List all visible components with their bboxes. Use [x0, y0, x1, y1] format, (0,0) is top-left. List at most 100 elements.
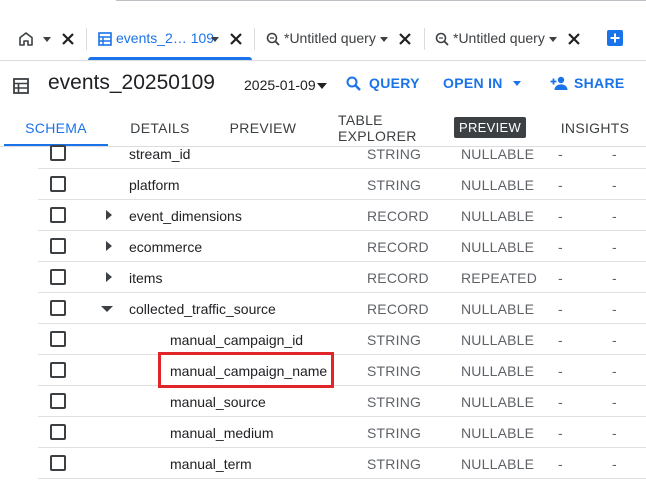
- field-key: -: [558, 425, 563, 441]
- field-collation: -: [612, 332, 617, 348]
- row-checkbox[interactable]: [50, 424, 66, 440]
- field-collation: -: [612, 177, 617, 193]
- row-checkbox[interactable]: [50, 269, 66, 285]
- close-icon[interactable]: [567, 32, 581, 46]
- editor-tab-strip: events_2… 109 *Untitled query *Untitled: [0, 18, 646, 60]
- schema-row: stream_id STRING NULLABLE - -: [0, 138, 646, 169]
- field-name: items: [129, 270, 163, 286]
- field-type: STRING: [367, 425, 422, 441]
- row-checkbox[interactable]: [50, 176, 66, 192]
- tab-events-table[interactable]: events_2… 109: [88, 18, 252, 60]
- query-icon: [435, 32, 449, 46]
- tab-separator: [86, 28, 87, 50]
- tab-label: events_2… 109: [116, 30, 215, 46]
- field-key: -: [558, 239, 563, 255]
- schema-row: manual_term STRING NULLABLE - -: [0, 448, 646, 479]
- tab-home[interactable]: [14, 18, 84, 60]
- close-icon[interactable]: [398, 32, 412, 46]
- expand-more-icon[interactable]: [106, 272, 112, 282]
- table-header: events_20250109 2025-01-09 QUERY OPEN IN…: [0, 61, 646, 109]
- partition-date-selector[interactable]: 2025-01-09: [244, 77, 316, 93]
- schema-row: manual_campaign_id STRING NULLABLE - -: [0, 324, 646, 355]
- row-checkbox[interactable]: [50, 331, 66, 347]
- field-name: event_dimensions: [129, 208, 242, 224]
- open-in-button-label: OPEN IN: [443, 75, 503, 91]
- field-mode: NULLABLE: [461, 332, 535, 348]
- field-key: -: [558, 363, 563, 379]
- field-mode: NULLABLE: [461, 301, 535, 317]
- tab-label: *Untitled query: [284, 30, 376, 46]
- tab-untitled-query-2[interactable]: *Untitled query: [426, 18, 592, 60]
- field-name: platform: [129, 177, 180, 193]
- field-type: RECORD: [367, 239, 429, 255]
- query-button[interactable]: QUERY: [346, 75, 420, 91]
- field-name: manual_source: [170, 394, 266, 410]
- window-top-border: [116, 0, 646, 1]
- field-collation: -: [612, 301, 617, 317]
- share-button[interactable]: SHARE: [550, 75, 625, 91]
- search-icon: [346, 76, 361, 91]
- field-type: RECORD: [367, 301, 429, 317]
- field-collation: -: [612, 270, 617, 286]
- schema-table: stream_id STRING NULLABLE - - platform STRING N…: [0, 138, 646, 486]
- close-icon[interactable]: [61, 32, 75, 46]
- field-mode: NULLABLE: [461, 456, 535, 472]
- table-icon: [13, 78, 29, 94]
- field-collation: -: [612, 239, 617, 255]
- field-name: collected_traffic_source: [129, 301, 276, 317]
- row-checkbox[interactable]: [50, 207, 66, 223]
- chevron-down-icon: [512, 80, 521, 86]
- field-type: STRING: [367, 146, 422, 162]
- table-icon: [98, 32, 112, 46]
- field-type: RECORD: [367, 270, 429, 286]
- field-mode: NULLABLE: [461, 425, 535, 441]
- field-name: stream_id: [129, 146, 191, 162]
- chevron-down-icon[interactable]: [43, 37, 51, 42]
- field-key: -: [558, 332, 563, 348]
- field-mode: NULLABLE: [461, 239, 535, 255]
- person-add-icon: [550, 76, 568, 90]
- field-key: -: [558, 146, 563, 162]
- tab-separator: [424, 28, 425, 50]
- chevron-down-icon[interactable]: [549, 37, 557, 42]
- field-mode: NULLABLE: [461, 363, 535, 379]
- add-tab-icon[interactable]: [607, 30, 623, 46]
- row-checkbox[interactable]: [50, 362, 66, 378]
- field-mode: NULLABLE: [461, 208, 535, 224]
- chevron-down-icon[interactable]: [211, 37, 219, 42]
- schema-row: event_dimensions RECORD NULLABLE - -: [0, 200, 646, 231]
- field-mode: NULLABLE: [461, 146, 535, 162]
- row-checkbox[interactable]: [50, 300, 66, 316]
- expand-less-icon[interactable]: [101, 306, 113, 312]
- schema-row: items RECORD REPEATED - -: [0, 262, 646, 293]
- tab-separator: [254, 28, 255, 50]
- row-checkbox[interactable]: [50, 238, 66, 254]
- field-collation: -: [612, 208, 617, 224]
- preview-badge: PREVIEW: [454, 117, 527, 138]
- field-name: manual_campaign_id: [170, 332, 304, 348]
- open-in-button[interactable]: OPEN IN: [443, 75, 521, 91]
- schema-row: [0, 479, 646, 486]
- row-checkbox[interactable]: [50, 145, 66, 161]
- chevron-down-icon[interactable]: [317, 83, 327, 89]
- row-checkbox[interactable]: [50, 393, 66, 409]
- field-collation: -: [612, 456, 617, 472]
- row-checkbox[interactable]: [50, 455, 66, 471]
- expand-more-icon[interactable]: [106, 241, 112, 251]
- chevron-down-icon[interactable]: [380, 37, 388, 42]
- field-type: STRING: [367, 394, 422, 410]
- field-key: -: [558, 394, 563, 410]
- query-button-label: QUERY: [369, 75, 420, 91]
- schema-row: manual_source STRING NULLABLE - -: [0, 386, 646, 417]
- field-collation: -: [612, 146, 617, 162]
- schema-row: collected_traffic_source RECORD NULLABLE - -: [0, 293, 646, 324]
- query-icon: [266, 32, 280, 46]
- field-type: STRING: [367, 456, 422, 472]
- field-name: ecommerce: [129, 239, 203, 255]
- bigquery-table-page: events_2… 109 *Untitled query *Untitled: [0, 0, 646, 486]
- expand-more-icon[interactable]: [106, 210, 112, 220]
- tab-label: *Untitled query: [453, 30, 545, 46]
- close-icon[interactable]: [229, 32, 243, 46]
- tab-untitled-query-1[interactable]: *Untitled query: [256, 18, 422, 60]
- field-name: manual_medium: [170, 425, 274, 441]
